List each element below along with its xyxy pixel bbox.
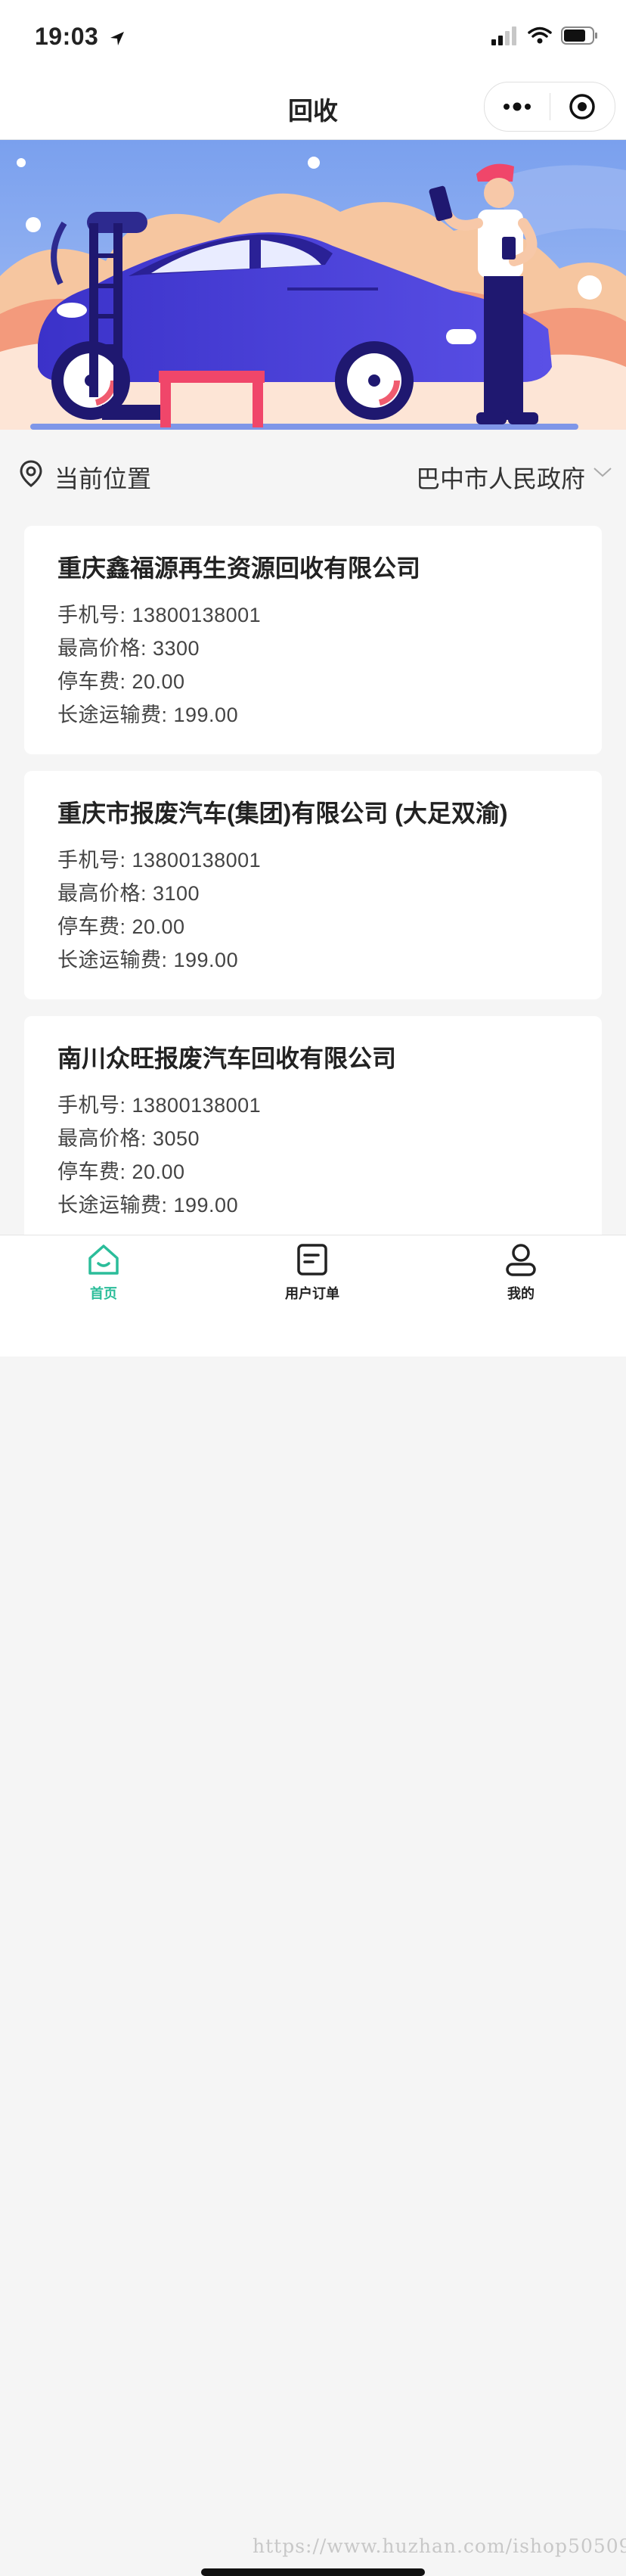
target-circle-icon <box>569 94 595 120</box>
location-row[interactable]: 当前位置 巴中市人民政府 <box>0 437 626 513</box>
tab-mine-label: 我的 <box>507 1286 535 1301</box>
company-parking-fee: 停车费: 20.00 <box>57 670 185 693</box>
home-indicator <box>201 2568 425 2576</box>
location-arrow-icon <box>110 31 124 45</box>
banner-illustration <box>0 140 626 430</box>
tab-bar: 首页 用户订单 我的 https://www.huzhan.com/ishop5… <box>0 1235 626 2576</box>
watermark-text: https://www.huzhan.com/ishop50509 <box>253 2535 626 2557</box>
company-transport-fee: 长途运输费: 199.00 <box>57 704 239 726</box>
company-list: 重庆鑫福源再生资源回收有限公司 手机号: 13800138001 最高价格: 3… <box>24 526 602 1261</box>
status-time-text: 19:03 <box>35 23 99 50</box>
battery-icon <box>561 26 597 45</box>
status-time: 19:03 <box>35 23 126 51</box>
tab-orders[interactable]: 用户订单 <box>244 1243 380 1303</box>
company-max-price: 最高价格: 3050 <box>57 1127 200 1150</box>
company-transport-fee: 长途运输费: 199.00 <box>57 949 239 971</box>
tab-orders-label: 用户订单 <box>285 1286 339 1301</box>
company-transport-fee: 长途运输费: 199.00 <box>57 1194 239 1217</box>
company-max-price: 最高价格: 3100 <box>57 882 200 905</box>
map-pin-icon <box>20 460 42 487</box>
company-phone: 手机号: 13800138001 <box>57 849 262 872</box>
company-max-price: 最高价格: 3300 <box>57 637 200 660</box>
car-recycling-illustration <box>0 140 626 430</box>
company-phone: 手机号: 13800138001 <box>57 1094 262 1117</box>
chevron-down-icon[interactable] <box>593 466 612 478</box>
home-icon <box>88 1244 119 1275</box>
miniprogram-capsule <box>484 82 615 132</box>
tab-home-label: 首页 <box>90 1286 117 1301</box>
more-button[interactable] <box>485 82 550 131</box>
company-name: 重庆鑫福源再生资源回收有限公司 <box>57 555 421 582</box>
close-miniprogram-button[interactable] <box>550 82 615 131</box>
wifi-icon <box>528 26 552 44</box>
company-card[interactable]: 重庆鑫福源再生资源回收有限公司 手机号: 13800138001 最高价格: 3… <box>24 526 602 754</box>
user-profile-icon <box>506 1244 536 1276</box>
company-phone: 手机号: 13800138001 <box>57 604 262 626</box>
company-parking-fee: 停车费: 20.00 <box>57 1161 185 1183</box>
company-card[interactable]: 南川众旺报废汽车回收有限公司 手机号: 13800138001 最高价格: 30… <box>24 1016 602 1244</box>
company-name: 重庆市报废汽车(集团)有限公司 (大足双渝) <box>57 800 508 827</box>
status-bar: 19:03 <box>0 0 626 74</box>
company-parking-fee: 停车费: 20.00 <box>57 915 185 938</box>
location-label: 当前位置 <box>54 465 152 493</box>
tab-home[interactable]: 首页 <box>36 1243 172 1303</box>
company-card[interactable]: 重庆市报废汽车(集团)有限公司 (大足双渝) 手机号: 13800138001 … <box>24 771 602 999</box>
status-icons <box>491 26 599 45</box>
nav-bar: 回收 <box>0 74 626 140</box>
location-value[interactable]: 巴中市人民政府 <box>416 460 585 495</box>
tab-mine[interactable]: 我的 <box>453 1243 589 1303</box>
company-name: 南川众旺报废汽车回收有限公司 <box>57 1045 397 1072</box>
order-document-icon <box>297 1244 327 1276</box>
cellular-signal-icon <box>491 26 516 45</box>
more-dots-icon <box>503 102 531 111</box>
